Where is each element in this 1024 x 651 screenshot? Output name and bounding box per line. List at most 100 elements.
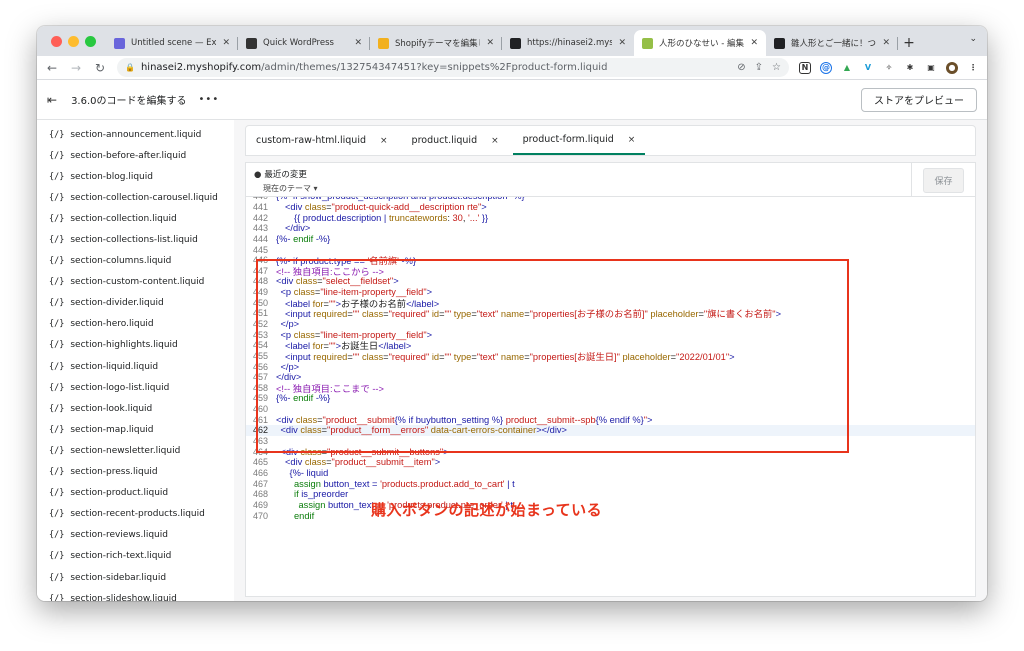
extension-at-icon[interactable]: @ bbox=[820, 61, 832, 74]
share-icon[interactable]: ⇪ bbox=[755, 62, 763, 73]
liquid-file-icon: {/} bbox=[49, 171, 65, 182]
recent-changes-label[interactable]: 最近の変更 bbox=[264, 170, 307, 180]
extension-feather-icon[interactable]: ✧ bbox=[883, 62, 895, 74]
close-tab-icon[interactable]: ✕ bbox=[222, 38, 230, 48]
eye-off-icon[interactable]: ⊘ bbox=[737, 62, 745, 73]
code-text: </p> bbox=[280, 361, 300, 372]
code-text: endif bbox=[294, 510, 315, 521]
browser-tab[interactable]: 人形のひなせい - 編集: 3.6. ✕ bbox=[634, 30, 766, 56]
browser-tab[interactable]: https://hinasei2.myshop ✕ bbox=[502, 30, 634, 56]
file-tab-label: product.liquid bbox=[411, 135, 478, 146]
exit-icon[interactable]: ⇤ bbox=[47, 93, 57, 107]
file-tab[interactable]: product.liquid × bbox=[412, 126, 509, 155]
file-item[interactable]: {/} section-logo-list.liquid bbox=[49, 377, 234, 398]
browser-tab[interactable]: Untitled scene — Excalid ✕ bbox=[106, 30, 238, 56]
file-item-label: section-look.liquid bbox=[70, 403, 153, 414]
close-tab-icon[interactable]: ✕ bbox=[486, 38, 494, 48]
file-tab[interactable]: custom-raw-html.liquid × bbox=[256, 126, 398, 155]
file-item[interactable]: {/} section-newsletter.liquid bbox=[49, 440, 234, 461]
file-item[interactable]: {/} section-before-after.liquid bbox=[49, 145, 234, 166]
reload-icon[interactable]: ↻ bbox=[93, 61, 107, 75]
line-number: 465 bbox=[252, 457, 268, 468]
code-line: 466 {%- liquid bbox=[246, 468, 975, 479]
close-tab-icon[interactable]: ✕ bbox=[618, 38, 626, 48]
browser-tab[interactable]: Shopifyテーマを編集して ✕ bbox=[370, 30, 502, 56]
file-item[interactable]: {/} section-sidebar.liquid bbox=[49, 567, 234, 588]
back-arrow-icon[interactable]: ← bbox=[45, 61, 59, 75]
file-item[interactable]: {/} section-blog.liquid bbox=[49, 166, 234, 187]
file-item-label: section-before-after.liquid bbox=[70, 150, 187, 161]
code-text: {{ product.description | truncatewords: … bbox=[294, 212, 489, 223]
file-item[interactable]: {/} section-announcement.liquid bbox=[49, 124, 234, 145]
current-theme-dropdown[interactable]: 現在のテーマ ▾ bbox=[254, 182, 318, 195]
avatar[interactable]: ● bbox=[946, 61, 958, 74]
code-text: <div class="product__submit__item"> bbox=[285, 457, 441, 468]
line-number: 463 bbox=[252, 436, 268, 447]
puzzle-icon[interactable]: ✱ bbox=[904, 62, 916, 74]
url-path: /admin/themes/132754347451?key=snippets%… bbox=[261, 62, 608, 73]
liquid-file-icon: {/} bbox=[49, 129, 65, 140]
preview-store-button[interactable]: ストアをプレビュー bbox=[861, 87, 977, 112]
file-tab[interactable]: product-form.liquid × bbox=[512, 126, 646, 155]
liquid-file-icon: {/} bbox=[49, 572, 65, 583]
liquid-file-icon: {/} bbox=[49, 593, 65, 601]
close-file-tab-icon[interactable]: × bbox=[380, 136, 388, 146]
sidebar-icon[interactable]: ▣ bbox=[925, 62, 937, 74]
file-item-label: section-custom-content.liquid bbox=[70, 277, 205, 288]
maximize-window-button[interactable] bbox=[85, 35, 96, 47]
address-bar: ← → ↻ 🔒 hinasei2.myshopify.com/admin/the… bbox=[37, 56, 987, 80]
liquid-file-icon: {/} bbox=[49, 213, 65, 224]
close-tab-icon[interactable]: ✕ bbox=[882, 38, 890, 48]
code-line: 455 <input required="" class="required" i… bbox=[246, 351, 975, 362]
close-file-tab-icon[interactable]: × bbox=[491, 136, 499, 146]
save-button[interactable]: 保存 bbox=[923, 167, 964, 193]
close-window-button[interactable] bbox=[51, 35, 62, 47]
browser-menu-icon[interactable]: ⋮ bbox=[967, 62, 979, 74]
file-item[interactable]: {/} section-press.liquid bbox=[49, 462, 234, 483]
liquid-file-icon: {/} bbox=[49, 235, 65, 246]
file-item[interactable]: {/} section-liquid.liquid bbox=[49, 356, 234, 377]
file-item[interactable]: {/} section-rich-text.liquid bbox=[49, 546, 234, 567]
bookmark-star-icon[interactable]: ☆ bbox=[772, 62, 781, 73]
file-item[interactable]: {/} section-columns.liquid bbox=[49, 251, 234, 272]
file-item[interactable]: {/} section-custom-content.liquid bbox=[49, 272, 234, 293]
forward-arrow-icon[interactable]: → bbox=[69, 61, 83, 75]
browser-tab[interactable]: 雛人形とご一緒に！つまみ細 ✕ bbox=[766, 30, 898, 56]
new-tab-button[interactable]: + bbox=[898, 30, 920, 56]
file-item[interactable]: {/} section-hero.liquid bbox=[49, 314, 234, 335]
file-item[interactable]: {/} section-divider.liquid bbox=[49, 293, 234, 314]
minimize-window-button[interactable] bbox=[68, 35, 79, 47]
browser-tab[interactable]: Quick WordPress ✕ bbox=[238, 30, 370, 56]
file-item-label: section-newsletter.liquid bbox=[70, 445, 181, 456]
line-number: 470 bbox=[252, 510, 268, 521]
file-item[interactable]: {/} section-recent-products.liquid bbox=[49, 504, 234, 525]
file-item-label: section-product.liquid bbox=[70, 488, 169, 499]
file-item-label: section-rich-text.liquid bbox=[70, 551, 172, 562]
url-input[interactable]: 🔒 hinasei2.myshopify.com/admin/themes/13… bbox=[117, 58, 789, 77]
file-item[interactable]: {/} section-slideshow.liquid bbox=[49, 588, 234, 601]
file-item-label: section-divider.liquid bbox=[70, 298, 164, 309]
file-item[interactable]: {/} section-map.liquid bbox=[49, 419, 234, 440]
code-line: 451 <input required="" class="required" i… bbox=[246, 308, 975, 319]
extension-n-icon[interactable]: N bbox=[799, 61, 811, 74]
file-item[interactable]: {/} section-reviews.liquid bbox=[49, 525, 234, 546]
close-file-tab-icon[interactable]: × bbox=[628, 135, 636, 145]
close-tab-icon[interactable]: ✕ bbox=[750, 38, 758, 48]
file-item-label: section-logo-list.liquid bbox=[70, 382, 170, 393]
file-item[interactable]: {/} section-look.liquid bbox=[49, 398, 234, 419]
tab-search-icon[interactable]: ⌄ bbox=[969, 34, 977, 44]
more-actions-button[interactable]: ••• bbox=[199, 94, 220, 105]
file-item[interactable]: {/} section-collection.liquid bbox=[49, 208, 234, 229]
editor-area: custom-raw-html.liquid × product.liquid × pr… bbox=[234, 120, 987, 601]
file-item[interactable]: {/} section-collection-carousel.liquid bbox=[49, 187, 234, 208]
file-item[interactable]: {/} section-highlights.liquid bbox=[49, 335, 234, 356]
file-item[interactable]: {/} section-collections-list.liquid bbox=[49, 229, 234, 250]
extension-v-icon[interactable]: V bbox=[862, 62, 874, 74]
shopify-icon bbox=[642, 37, 653, 49]
file-item[interactable]: {/} section-product.liquid bbox=[49, 483, 234, 504]
code-text: if is_preorder bbox=[294, 489, 349, 500]
liquid-file-icon: {/} bbox=[49, 424, 65, 435]
code-lines[interactable]: 440{%- if show_product_description and p… bbox=[246, 197, 975, 596]
extension-drive-icon[interactable]: ▲ bbox=[841, 62, 853, 74]
close-tab-icon[interactable]: ✕ bbox=[354, 38, 362, 48]
